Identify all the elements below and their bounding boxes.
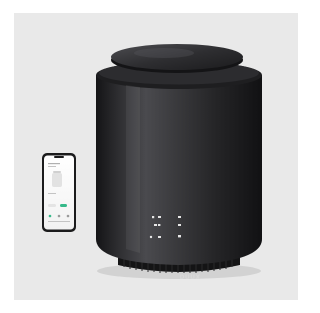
app-product-image: [52, 173, 62, 187]
app-icon: [66, 214, 70, 218]
product-scene: [42, 44, 262, 279]
control-icon: [154, 224, 157, 226]
product-photo: DUUX: [14, 13, 298, 300]
humidifier: [96, 44, 262, 273]
control-icon: [158, 216, 161, 218]
power-icon: [149, 235, 153, 239]
app-icon: [48, 214, 52, 218]
control-icon: [152, 216, 155, 219]
control-icon: [158, 224, 161, 226]
brand-logo: DUUX: [179, 274, 201, 281]
control-icon: [158, 236, 161, 238]
control-icon: [178, 224, 181, 226]
app-toggle: [60, 204, 67, 207]
control-icon: [178, 235, 181, 238]
app-icon: [57, 214, 61, 218]
smartphone: [42, 153, 76, 232]
control-icon: [178, 216, 181, 218]
